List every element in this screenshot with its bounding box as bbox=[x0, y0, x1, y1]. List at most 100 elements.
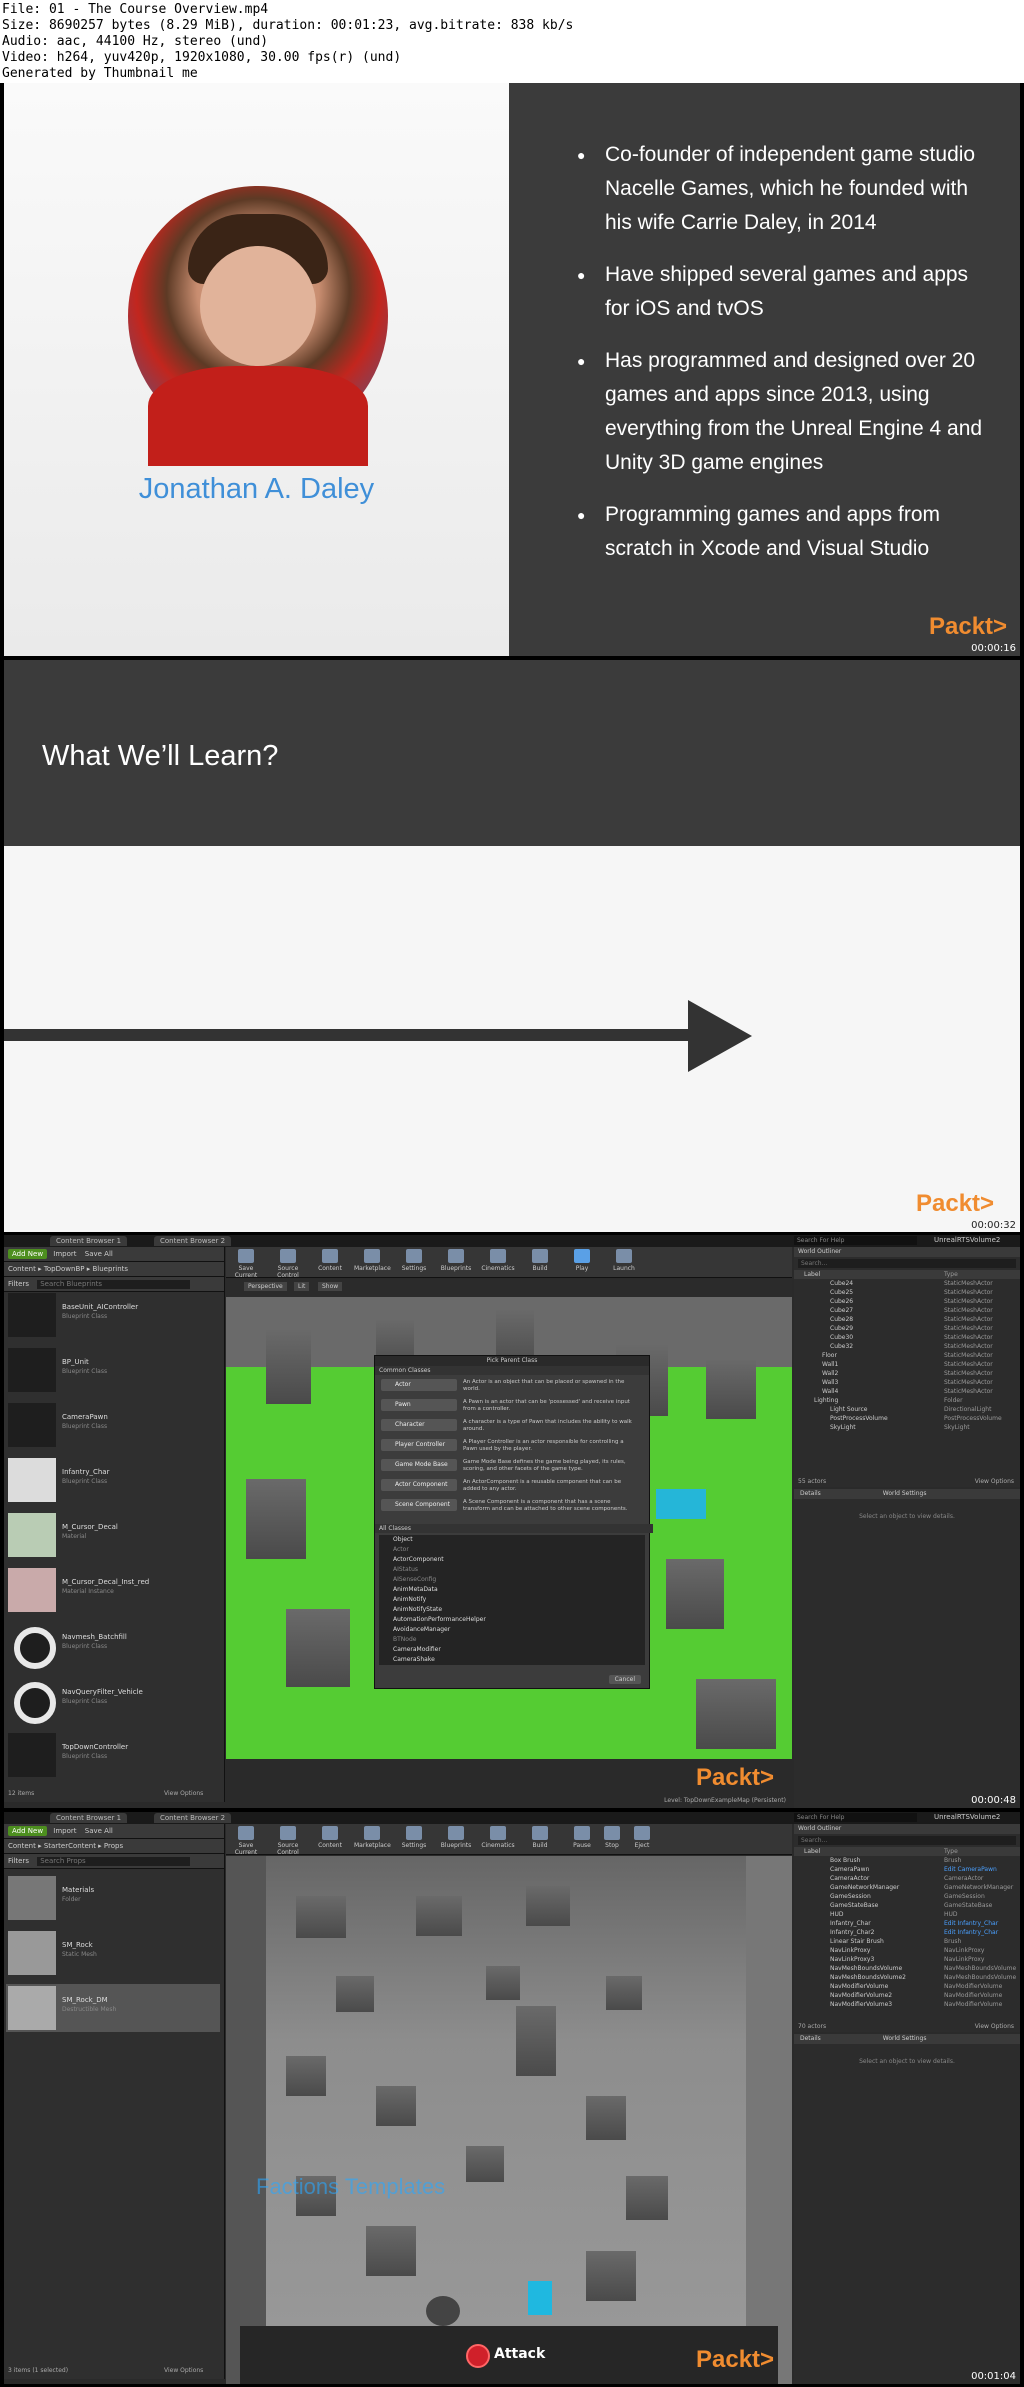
asset-item[interactable]: SM_Rock Static Mesh bbox=[6, 1929, 220, 1977]
outliner-row[interactable]: Box Brush Brush bbox=[794, 1856, 1020, 1865]
view-options-button[interactable]: View Options bbox=[164, 1790, 203, 1797]
level-viewport[interactable]: Perspective Lit Show Level: TopDownExamp… bbox=[226, 1279, 792, 1808]
asset-item[interactable]: CameraPawn Blueprint Class bbox=[6, 1401, 220, 1449]
class-tree-item[interactable]: AIStatus bbox=[379, 1565, 645, 1575]
outliner-row[interactable]: Cube26 StaticMeshActor bbox=[794, 1297, 1020, 1306]
actor-class-button[interactable]: Actor bbox=[381, 1379, 457, 1391]
actor-component-class-button[interactable]: Actor Component bbox=[381, 1479, 457, 1491]
class-tree-item[interactable]: BTNode bbox=[379, 1635, 645, 1645]
outliner-row[interactable]: Cube28 StaticMeshActor bbox=[794, 1315, 1020, 1324]
class-tree-item[interactable]: AvoidanceManager bbox=[379, 1625, 645, 1635]
asset-item[interactable]: NavQueryFilter_Vehicle Blueprint Class bbox=[6, 1676, 220, 1724]
search-help-input[interactable]: Search For Help bbox=[794, 1236, 917, 1245]
outliner-row[interactable]: NavModifierVolume NavModifierVolume bbox=[794, 1982, 1020, 1991]
outliner-view-options[interactable]: View Options bbox=[975, 1478, 1014, 1485]
content-button[interactable]: Content bbox=[312, 1249, 348, 1275]
outliner-row[interactable]: Lighting Folder bbox=[794, 1396, 1020, 1405]
breadcrumb-item[interactable]: Content bbox=[8, 1265, 36, 1273]
marketplace-button[interactable]: Marketplace bbox=[354, 1249, 391, 1275]
outliner-row[interactable]: CameraActor CameraActor bbox=[794, 1874, 1020, 1883]
breadcrumb-item[interactable]: Props bbox=[104, 1842, 123, 1850]
asset-item[interactable]: M_Cursor_Decal_Inst_red Material Instance bbox=[6, 1566, 220, 1614]
breadcrumb-item[interactable]: Content bbox=[8, 1842, 36, 1850]
class-tree-item[interactable]: AutomationPerformanceHelper bbox=[379, 1615, 645, 1625]
class-tree-item[interactable]: Object bbox=[379, 1535, 645, 1545]
outliner-row[interactable]: CameraPawn Edit CameraPawn bbox=[794, 1865, 1020, 1874]
import-button[interactable]: Import bbox=[53, 1827, 76, 1835]
scene-component-class-button[interactable]: Scene Component bbox=[381, 1499, 457, 1511]
attack-button[interactable]: Attack bbox=[466, 2342, 576, 2368]
outliner-search-input[interactable]: Search... bbox=[798, 1259, 1016, 1268]
outliner-row[interactable]: Wall3 StaticMeshActor bbox=[794, 1378, 1020, 1387]
content-button[interactable]: Content bbox=[312, 1826, 348, 1852]
eject-button[interactable]: Eject bbox=[624, 1826, 660, 1852]
cancel-button[interactable]: Cancel bbox=[608, 1675, 641, 1684]
show-button[interactable]: Show bbox=[318, 1282, 343, 1291]
asset-item[interactable]: Infantry_Char Blueprint Class bbox=[6, 1456, 220, 1504]
outliner-row[interactable]: GameSession GameSession bbox=[794, 1892, 1020, 1901]
lit-button[interactable]: Lit bbox=[294, 1282, 310, 1291]
marketplace-button[interactable]: Marketplace bbox=[354, 1826, 391, 1852]
cinematics-button[interactable]: Cinematics bbox=[480, 1826, 516, 1852]
character-class-button[interactable]: Character bbox=[381, 1419, 457, 1431]
game-viewport[interactable]: Factions Templates Attack Packt> bbox=[226, 1856, 792, 2384]
settings-button[interactable]: Settings bbox=[396, 1826, 432, 1852]
play-button[interactable]: Play bbox=[564, 1249, 600, 1275]
outliner-row[interactable]: GameNetworkManager GameNetworkManager bbox=[794, 1883, 1020, 1892]
outliner-row[interactable]: NavLinkProxy3 NavLinkProxy bbox=[794, 1955, 1020, 1964]
tab-content-browser-2[interactable]: Content Browser 2 bbox=[154, 1236, 232, 1246]
outliner-row[interactable]: Cube30 StaticMeshActor bbox=[794, 1333, 1020, 1342]
outliner-row[interactable]: SkyLight SkyLight bbox=[794, 1423, 1020, 1432]
tab-world-settings[interactable]: World Settings bbox=[823, 2035, 927, 2042]
unit-selected[interactable] bbox=[528, 2281, 552, 2315]
filters-button[interactable]: Filters bbox=[8, 1857, 29, 1865]
save-current-button[interactable]: Save Current bbox=[228, 1826, 264, 1856]
outliner-row[interactable]: GameStateBase GameStateBase bbox=[794, 1901, 1020, 1910]
class-tree-item[interactable]: CameraShake bbox=[379, 1655, 645, 1665]
outliner-row[interactable]: Infantry_Char2 Edit Infantry_Char bbox=[794, 1928, 1020, 1937]
outliner-row[interactable]: NavModifierVolume2 NavModifierVolume bbox=[794, 1991, 1020, 2000]
save-current-button[interactable]: Save Current bbox=[228, 1249, 264, 1279]
outliner-row[interactable]: Light Source DirectionalLight bbox=[794, 1405, 1020, 1414]
tab-content-browser-1[interactable]: Content Browser 1 bbox=[50, 1236, 128, 1246]
outliner-row[interactable]: Infantry_Char Edit Infantry_Char bbox=[794, 1919, 1020, 1928]
source-control-button[interactable]: Source Control bbox=[270, 1249, 306, 1279]
asset-item[interactable]: BaseUnit_AIController Blueprint Class bbox=[6, 1291, 220, 1339]
filters-button[interactable]: Filters bbox=[8, 1280, 29, 1288]
outliner-row[interactable]: NavMeshBoundsVolume NavMeshBoundsVolume bbox=[794, 1964, 1020, 1973]
class-tree-item[interactable]: AnimNotify bbox=[379, 1595, 645, 1605]
tab-details[interactable]: Details bbox=[794, 2035, 821, 2042]
import-button[interactable]: Import bbox=[53, 1250, 76, 1258]
outliner-row[interactable]: Cube29 StaticMeshActor bbox=[794, 1324, 1020, 1333]
add-new-button[interactable]: Add New bbox=[8, 1826, 48, 1836]
breadcrumb-item[interactable]: Blueprints bbox=[92, 1265, 128, 1273]
class-tree-item[interactable]: CameraModifier bbox=[379, 1645, 645, 1655]
cinematics-button[interactable]: Cinematics bbox=[480, 1249, 516, 1275]
game-mode-base-class-button[interactable]: Game Mode Base bbox=[381, 1459, 457, 1471]
outliner-row[interactable]: Wall2 StaticMeshActor bbox=[794, 1369, 1020, 1378]
source-control-button[interactable]: Source Control bbox=[270, 1826, 306, 1856]
search-input[interactable]: Search Props bbox=[37, 1856, 191, 1866]
player-controller-class-button[interactable]: Player Controller bbox=[381, 1439, 457, 1451]
class-tree-item[interactable]: AISenseConfig bbox=[379, 1575, 645, 1585]
outliner-row[interactable]: Wall1 StaticMeshActor bbox=[794, 1360, 1020, 1369]
class-tree-item[interactable]: Actor bbox=[379, 1545, 645, 1555]
outliner-row[interactable]: PostProcessVolume PostProcessVolume bbox=[794, 1414, 1020, 1423]
class-tree-item[interactable]: AnimMetaData bbox=[379, 1585, 645, 1595]
build-button[interactable]: Build bbox=[522, 1249, 558, 1275]
blueprints-button[interactable]: Blueprints bbox=[438, 1249, 474, 1275]
outliner-row[interactable]: Linear Stair Brush Brush bbox=[794, 1937, 1020, 1946]
outliner-row[interactable]: Cube27 StaticMeshActor bbox=[794, 1306, 1020, 1315]
view-options-button[interactable]: View Options bbox=[164, 2367, 203, 2374]
outliner-search-input[interactable]: Search... bbox=[798, 1836, 1016, 1845]
tab-content-browser-1[interactable]: Content Browser 1 bbox=[50, 1813, 128, 1823]
settings-button[interactable]: Settings bbox=[396, 1249, 432, 1275]
pawn-class-button[interactable]: Pawn bbox=[381, 1399, 457, 1411]
breadcrumb-item[interactable]: StarterContent bbox=[44, 1842, 96, 1850]
search-help-input[interactable]: Search For Help bbox=[794, 1813, 917, 1822]
outliner-row[interactable]: NavModifierVolume3 NavModifierVolume bbox=[794, 2000, 1020, 2009]
outliner-view-options[interactable]: View Options bbox=[975, 2023, 1014, 2030]
class-tree-item[interactable]: ActorComponent bbox=[379, 1555, 645, 1565]
outliner-row[interactable]: HUD HUD bbox=[794, 1910, 1020, 1919]
asset-item-selected[interactable]: SM_Rock_DM Destructible Mesh bbox=[6, 1984, 220, 2032]
